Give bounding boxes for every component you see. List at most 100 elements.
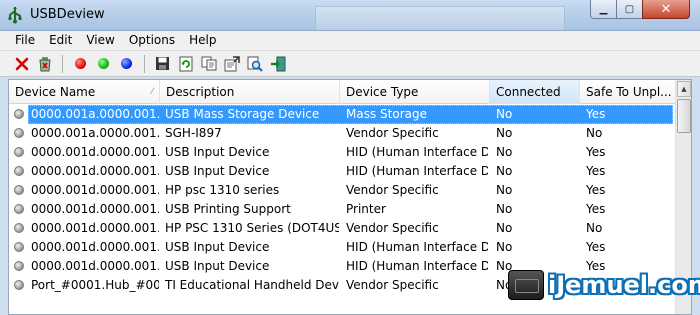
device-status-icon <box>14 124 28 143</box>
cell-device-type: HID (Human Interface D... <box>346 145 488 159</box>
menu-bar: File Edit View Options Help <box>0 31 700 50</box>
disable-button[interactable] <box>69 53 92 75</box>
minimize-icon: ▁ <box>599 3 608 15</box>
cell-description: USB Printing Support <box>165 202 291 216</box>
enable-green-icon <box>98 58 109 69</box>
cell-device-name: 0000.001d.0000.001.00... <box>31 259 159 273</box>
title-bar[interactable]: USBDeview ▁ ▢ ✕ <box>0 0 700 31</box>
column-header-connected[interactable]: Connected <box>490 80 580 104</box>
table-row[interactable]: 0000.001d.0000.001.00... HP psc 1310 ser… <box>9 181 677 200</box>
cell-device-name: 0000.001a.0000.001.00... <box>31 126 159 140</box>
uninstall-button[interactable] <box>33 53 56 75</box>
cell-device-type: HID (Human Interface D... <box>346 259 488 273</box>
cell-device-name: 0000.001d.0000.001.00... <box>31 183 159 197</box>
cell-device-name: 0000.001d.0000.001.00... <box>31 221 159 235</box>
table-row[interactable]: 0000.001a.0000.001.00... USB Mass Storag… <box>9 105 677 124</box>
usb-app-icon <box>8 6 22 24</box>
table-row[interactable]: 0000.001d.0000.001.00... HP PSC 1310 Ser… <box>9 219 677 238</box>
cell-device-type: Vendor Specific <box>346 183 439 197</box>
cell-connected: No <box>496 221 513 235</box>
column-header-description[interactable]: Description <box>160 80 340 104</box>
enable-button[interactable] <box>92 53 115 75</box>
cell-device-type: Vendor Specific <box>346 126 439 140</box>
cell-description: TI Educational Handheld Device <box>165 278 339 292</box>
device-status-icon <box>14 143 28 162</box>
cell-device-name: 0000.001d.0000.001.00... <box>31 164 159 178</box>
device-status-icon <box>14 276 28 295</box>
usbdeview-window: USBDeview ▁ ▢ ✕ File Edit View Options H… <box>0 0 700 315</box>
column-header-label: Device Type <box>346 85 419 99</box>
table-row[interactable]: 0000.001d.0000.001.00... USB Input Devic… <box>9 162 677 181</box>
properties-icon <box>224 55 240 71</box>
exit-icon <box>270 56 285 71</box>
column-header-safe-to-unplug[interactable]: Safe To Unpl... <box>580 80 677 104</box>
refresh-button[interactable] <box>174 53 197 75</box>
cell-safe-to-unplug: Yes <box>586 240 606 254</box>
cell-safe-to-unplug: Yes <box>586 145 606 159</box>
close-button[interactable]: ✕ <box>642 0 690 19</box>
close-icon: ✕ <box>660 1 672 17</box>
cell-safe-to-unplug: Yes <box>586 202 606 216</box>
cell-description: HP psc 1310 series <box>165 183 280 197</box>
cell-connected: No <box>496 202 513 216</box>
maximize-icon: ▢ <box>624 3 635 15</box>
list-header: Device Name ⁄ Description Device Type Co… <box>9 80 677 104</box>
cell-safe-to-unplug: No <box>586 126 603 140</box>
column-header-device-name[interactable]: Device Name ⁄ <box>9 80 160 104</box>
delete-button[interactable] <box>10 53 33 75</box>
scrollbar-thumb[interactable] <box>677 99 691 133</box>
cell-safe-to-unplug: Yes <box>586 183 606 197</box>
minimize-button[interactable]: ▁ <box>590 0 617 19</box>
maximize-button[interactable]: ▢ <box>616 0 643 19</box>
uninstall-icon <box>38 56 51 71</box>
search-button[interactable] <box>243 53 266 75</box>
cell-connected: No <box>496 164 513 178</box>
cell-device-type: Vendor Specific <box>346 221 439 235</box>
table-row[interactable]: 0000.001a.0000.001.00... SGH-I897 Vendor… <box>9 124 677 143</box>
watermark-text: iJemuel.com <box>548 271 700 299</box>
cell-connected: No <box>496 183 513 197</box>
column-header-device-type[interactable]: Device Type <box>340 80 490 104</box>
window-title: USBDeview <box>30 7 105 22</box>
column-header-label: Description <box>166 85 235 99</box>
device-status-icon <box>14 257 28 276</box>
device-status-icon <box>14 181 28 200</box>
device-status-icon <box>14 238 28 257</box>
cell-device-type: HID (Human Interface D... <box>346 240 488 254</box>
menu-edit[interactable]: Edit <box>42 31 79 50</box>
cell-device-name: 0000.001a.0000.001.00... <box>31 107 159 121</box>
menu-options[interactable]: Options <box>122 31 182 50</box>
cell-description: USB Input Device <box>165 145 270 159</box>
refresh-icon <box>179 56 192 71</box>
table-row[interactable]: 0000.001d.0000.001.00... USB Input Devic… <box>9 143 677 162</box>
cell-description: USB Input Device <box>165 164 270 178</box>
toggle-button[interactable] <box>115 53 138 75</box>
table-row[interactable]: 0000.001d.0000.001.00... USB Printing Su… <box>9 200 677 219</box>
table-row[interactable]: 0000.001d.0000.001.00... USB Input Devic… <box>9 238 677 257</box>
delete-icon <box>15 57 28 70</box>
cell-description: USB Input Device <box>165 259 270 273</box>
watermark-logo: iJemuel.com <box>508 264 700 306</box>
save-button[interactable] <box>151 53 174 75</box>
cell-safe-to-unplug: Yes <box>586 107 606 121</box>
cell-safe-to-unplug: No <box>586 221 603 235</box>
sort-arrow-icon: ⁄ <box>151 87 153 97</box>
column-header-label: Connected <box>496 85 561 99</box>
menu-view[interactable]: View <box>79 31 121 50</box>
scroll-up-arrow-icon[interactable]: ▲ <box>677 81 691 97</box>
toolbar-separator <box>144 54 145 73</box>
cell-device-type: Vendor Specific <box>346 278 439 292</box>
device-status-icon <box>14 200 28 219</box>
properties-button[interactable] <box>220 53 243 75</box>
cell-connected: No <box>496 107 513 121</box>
cell-description: USB Mass Storage Device <box>165 107 320 121</box>
menu-help[interactable]: Help <box>182 31 223 50</box>
exit-button[interactable] <box>266 53 289 75</box>
search-icon <box>247 56 263 72</box>
copy-button[interactable] <box>197 53 220 75</box>
column-header-label: Device Name <box>15 85 96 99</box>
device-status-icon <box>14 162 28 181</box>
keyboard-icon <box>508 270 544 300</box>
menu-file[interactable]: File <box>8 31 42 50</box>
background-window <box>315 6 565 30</box>
